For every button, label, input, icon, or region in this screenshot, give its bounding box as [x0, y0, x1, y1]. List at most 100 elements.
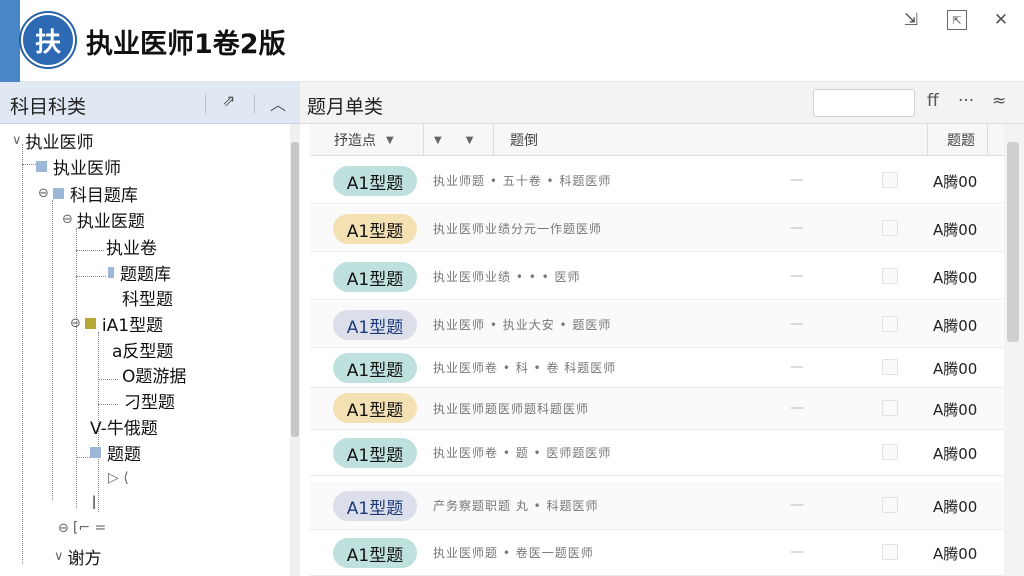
more-options-icon[interactable]: ···	[958, 91, 974, 111]
pin-panel-icon[interactable]: ⇗	[222, 91, 235, 110]
question-type-tag[interactable]: A1型题	[333, 538, 417, 568]
table-row[interactable]: A1型题 产务察题职题 丸 • 科题医师 — A腾00	[310, 482, 1010, 530]
column-header-count[interactable]: 题题	[928, 124, 988, 156]
expand-toggle-icon[interactable]: ⊖	[70, 316, 81, 331]
pin-window-icon[interactable]: ⇲	[898, 8, 924, 32]
tree-item-label: 执业卷	[106, 238, 157, 259]
table-row[interactable]: A1型题 执业医师业绩 • • • 医师 — A腾00	[310, 254, 1010, 300]
title-accent-strip	[0, 0, 20, 82]
tree-item-label: iA1型题	[101, 315, 164, 336]
row-checkbox[interactable]	[882, 172, 898, 188]
question-type-tag[interactable]: A1型题	[333, 214, 417, 244]
collapse-header-icon[interactable]: ≈	[992, 91, 1006, 111]
question-type-tag[interactable]: A1型题	[333, 393, 417, 423]
tree-item[interactable]: ⊖ 科目题库	[38, 181, 138, 206]
row-dash: —	[790, 268, 804, 284]
question-text: 执业医师题医师题科题医师	[433, 402, 590, 416]
expand-toggle-icon[interactable]: ⊖	[62, 212, 73, 227]
expand-toggle-icon[interactable]: ⊖	[38, 186, 49, 201]
row-checkbox[interactable]	[882, 497, 898, 513]
question-text: 执业医师业绩 • • • 医师	[433, 270, 581, 284]
tree-item[interactable]: O题游据	[122, 362, 186, 387]
search-input[interactable]	[813, 89, 915, 117]
expand-toggle-icon[interactable]: ∨	[12, 133, 22, 148]
table-row[interactable]: A1型题 执业医师卷 • 题 • 医师题医师 A腾00	[310, 430, 1010, 476]
expand-toggle-icon[interactable]: ∨	[54, 549, 64, 564]
node-box-icon	[108, 266, 114, 278]
row-count: A腾00	[933, 317, 978, 335]
sort-arrow-icon[interactable]: ▼	[386, 135, 394, 146]
question-text: 执业医师 • 执业大安 • 题医师	[433, 318, 612, 332]
row-checkbox[interactable]	[882, 316, 898, 332]
tree-item[interactable]: 科型题	[122, 285, 173, 310]
tree-item[interactable]: 执业卷	[106, 234, 157, 259]
column-label: 题倒	[510, 133, 538, 149]
tree-item[interactable]: 题题	[90, 440, 141, 465]
title-bar: 扶 执业医师1卷2版 ⇲ ⇱ ✕	[0, 0, 1024, 82]
question-text: 执业师题 • 五十卷 • 科题医师	[433, 174, 612, 188]
filter-icon[interactable]: ff	[927, 91, 939, 111]
row-checkbox[interactable]	[882, 268, 898, 284]
collapse-panel-icon[interactable]: ︿	[270, 91, 286, 115]
column-header-filter[interactable]: ▼ ▼	[424, 124, 494, 156]
table-row[interactable]: A1型题 执业医师卷 • 科 • 卷 科题医师 — A腾00	[310, 348, 1010, 388]
tree-item[interactable]: ⊖ 执业医题	[62, 207, 145, 232]
column-header-knowledge-point[interactable]: 抒造点 ▼	[310, 124, 424, 156]
restore-window-button[interactable]: ⇱	[947, 10, 967, 30]
tree-guide-line	[76, 276, 106, 277]
tree-item-label: 科目题库	[69, 185, 138, 206]
row-count: A腾00	[933, 445, 978, 463]
column-label: 抒造点	[334, 133, 376, 149]
row-checkbox[interactable]	[882, 359, 898, 375]
column-header-question[interactable]: 题倒	[494, 124, 928, 156]
row-dash: —	[790, 400, 804, 416]
tree-item-label: ǀ	[92, 494, 97, 510]
row-count: A腾00	[933, 269, 978, 287]
tree-item[interactable]: V-牛俄题	[90, 414, 158, 439]
row-checkbox[interactable]	[882, 444, 898, 460]
question-type-tag[interactable]: A1型题	[333, 353, 417, 383]
table-header: 抒造点 ▼ ▼ ▼ 题倒 题题	[310, 124, 1010, 156]
app-title: 执业医师1卷2版	[86, 29, 286, 60]
app-logo-glyph: 扶	[23, 15, 73, 65]
tree-item[interactable]: ⊖ iA1型题	[70, 311, 164, 336]
tree-item[interactable]: ∨ 谢方	[54, 544, 102, 569]
row-checkbox[interactable]	[882, 220, 898, 236]
question-type-tag[interactable]: A1型题	[333, 310, 417, 340]
table-row[interactable]: A1型题 执业师题 • 五十卷 • 科题医师 — A腾00	[310, 158, 1010, 204]
tree-item[interactable]: 题题库	[108, 260, 171, 285]
tree-guide-line	[22, 164, 36, 165]
tree-item[interactable]: ∨ 执业医师	[12, 128, 94, 153]
right-panel-header: 题月单类 ff ··· ≈	[300, 82, 1024, 124]
tree-item-label: 题题	[107, 444, 141, 465]
tree-item-selected[interactable]: 刁型题	[124, 388, 175, 413]
row-dash: —	[790, 220, 804, 236]
question-type-tag[interactable]: A1型题	[333, 262, 417, 292]
expand-toggle-icon[interactable]: ⊖	[58, 521, 69, 536]
tree-scrollbar-thumb[interactable]	[291, 142, 299, 437]
list-scrollbar-thumb[interactable]	[1007, 142, 1019, 342]
question-text: 执业医师业绩分元一作题医师	[433, 222, 603, 236]
row-checkbox[interactable]	[882, 400, 898, 416]
tree-item[interactable]: ǀ	[92, 490, 96, 514]
question-text: 执业医师题 • 卷医一题医师	[433, 546, 594, 560]
tree-item-label: ▷ ⟨	[108, 470, 129, 486]
table-row[interactable]: A1型题 执业医师业绩分元一作题医师 — A腾00	[310, 206, 1010, 252]
tree-item-label: 谢方	[67, 548, 102, 569]
tree-guide-line	[98, 404, 118, 405]
row-checkbox[interactable]	[882, 544, 898, 560]
tree-item[interactable]: ⊖ [⌐ =	[58, 516, 106, 540]
table-row[interactable]: A1型题 执业医师 • 执业大安 • 题医师 — A腾00	[310, 302, 1010, 348]
table-row[interactable]: A1型题 执业医师题医师题科题医师 — A腾00	[310, 388, 1010, 430]
tree-item[interactable]: a反型题	[112, 337, 173, 362]
table-row[interactable]: A1型题 执业医师题 • 卷医一题医师 — A腾00	[310, 530, 1010, 576]
tree-item[interactable]: 执业医师	[36, 154, 121, 179]
question-type-tag[interactable]: A1型题	[333, 166, 417, 196]
close-window-button[interactable]: ✕	[988, 8, 1014, 32]
question-type-tag[interactable]: A1型题	[333, 491, 417, 521]
tree-item[interactable]: ▷ ⟨	[108, 466, 129, 490]
question-type-tag[interactable]: A1型题	[333, 438, 417, 468]
tree-guide-line	[76, 250, 104, 251]
row-count: A腾00	[933, 221, 978, 239]
sort-arrow-icon[interactable]: ▼	[466, 135, 474, 146]
